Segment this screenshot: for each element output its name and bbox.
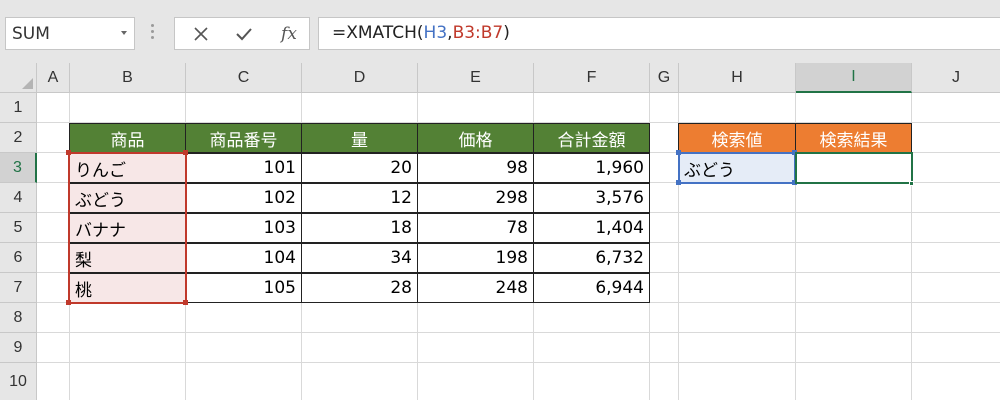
formula-text: =XMATCH(H3,B3:B7) (332, 23, 510, 43)
table-header-product-number[interactable]: 商品番号 (185, 123, 302, 153)
table-header-total[interactable]: 合計金額 (533, 123, 650, 153)
range-handle[interactable] (676, 180, 681, 185)
column-header-c[interactable]: C (186, 63, 302, 93)
table-cell[interactable]: 103 (185, 213, 302, 243)
row-header-8[interactable]: 8 (0, 303, 37, 333)
row-header-7[interactable]: 7 (0, 273, 37, 303)
gridline (37, 362, 1000, 363)
row-header-6[interactable]: 6 (0, 243, 37, 273)
table-cell[interactable]: 18 (301, 213, 418, 243)
gridline (37, 332, 1000, 333)
range-handle[interactable] (183, 300, 188, 305)
range-handle[interactable] (676, 150, 681, 155)
column-header-g[interactable]: G (650, 63, 679, 93)
column-header-i[interactable]: I (796, 63, 912, 93)
table-cell[interactable]: 20 (301, 153, 418, 183)
range-handle[interactable] (183, 150, 188, 155)
worksheet-grid[interactable]: A B C D E F G H I J 1 2 3 4 5 6 7 8 9 10… (0, 63, 1000, 400)
name-box-dropdown-icon[interactable] (121, 31, 127, 35)
range-reference-highlight-b3-b7 (68, 152, 187, 304)
row-header-2[interactable]: 2 (0, 123, 37, 153)
formula-bar-buttons: fx (174, 17, 310, 50)
column-header-b[interactable]: B (70, 63, 186, 93)
table-cell[interactable]: 101 (185, 153, 302, 183)
range-handle[interactable] (66, 150, 71, 155)
table-cell[interactable]: 248 (417, 273, 534, 303)
column-header-h[interactable]: H (679, 63, 796, 93)
enter-check-icon[interactable] (226, 18, 262, 49)
table-cell[interactable]: 12 (301, 183, 418, 213)
table-cell[interactable]: 298 (417, 183, 534, 213)
table-cell[interactable]: 105 (185, 273, 302, 303)
row-header-9[interactable]: 9 (0, 333, 37, 363)
insert-function-icon[interactable]: fx (271, 18, 307, 49)
table-header-price[interactable]: 価格 (417, 123, 534, 153)
table-cell[interactable]: 34 (301, 243, 418, 273)
name-box-value: SUM (12, 24, 50, 44)
formula-bar-grip[interactable] (151, 24, 155, 40)
range-handle[interactable] (66, 300, 71, 305)
lookup-header-search-result[interactable]: 検索結果 (795, 123, 912, 153)
row-header-4[interactable]: 4 (0, 183, 37, 213)
select-all-button[interactable] (0, 63, 37, 93)
range-reference-highlight-h3 (678, 152, 796, 184)
row-header-10[interactable]: 10 (0, 363, 37, 400)
table-cell[interactable]: 198 (417, 243, 534, 273)
formula-bar-area: SUM fx =XMATCH(H3,B3:B7) (0, 0, 1000, 63)
active-cell-border (795, 152, 913, 184)
table-cell[interactable]: 6,732 (533, 243, 650, 273)
column-header-j[interactable]: J (912, 63, 1000, 93)
column-header-f[interactable]: F (534, 63, 650, 93)
name-box[interactable]: SUM (5, 17, 135, 50)
table-cell[interactable]: 28 (301, 273, 418, 303)
row-header-5[interactable]: 5 (0, 213, 37, 243)
table-cell[interactable]: 1,960 (533, 153, 650, 183)
table-header-quantity[interactable]: 量 (301, 123, 418, 153)
table-cell[interactable]: 1,404 (533, 213, 650, 243)
column-header-e[interactable]: E (418, 63, 534, 93)
formula-input[interactable]: =XMATCH(H3,B3:B7) (318, 17, 1000, 50)
table-cell[interactable]: 3,576 (533, 183, 650, 213)
table-cell[interactable]: 6,944 (533, 273, 650, 303)
row-header-3[interactable]: 3 (0, 153, 37, 183)
cancel-icon[interactable] (183, 18, 219, 49)
fill-handle[interactable] (909, 181, 914, 186)
column-header-d[interactable]: D (302, 63, 418, 93)
row-header-1[interactable]: 1 (0, 93, 37, 123)
table-header-product[interactable]: 商品 (69, 123, 186, 153)
lookup-header-search-value[interactable]: 検索値 (678, 123, 796, 153)
column-header-a[interactable]: A (37, 63, 70, 93)
table-cell[interactable]: 102 (185, 183, 302, 213)
table-cell[interactable]: 78 (417, 213, 534, 243)
table-cell[interactable]: 98 (417, 153, 534, 183)
table-cell[interactable]: 104 (185, 243, 302, 273)
